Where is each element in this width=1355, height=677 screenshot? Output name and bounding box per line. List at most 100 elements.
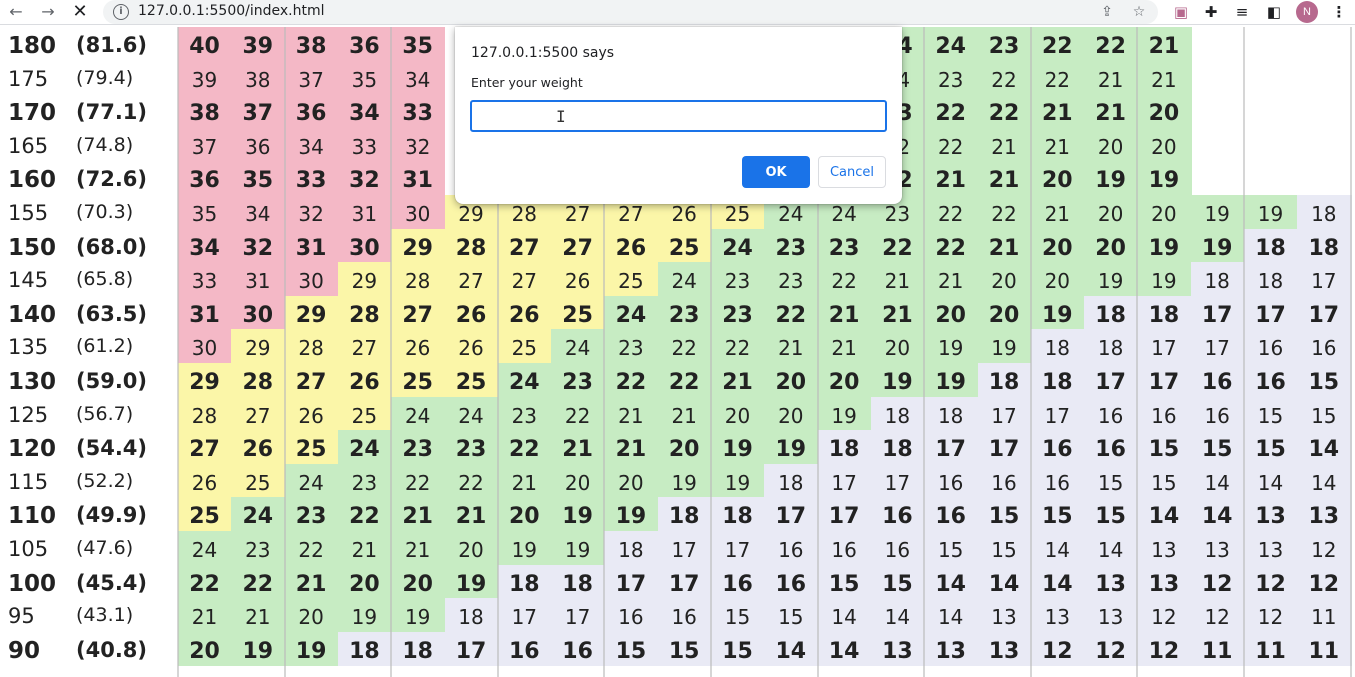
bmi-value: 25 <box>724 202 751 226</box>
bmi-value: 22 <box>775 302 807 328</box>
bmi-value: 16 <box>831 538 857 562</box>
url-text[interactable]: 127.0.0.1:5500/index.html <box>138 3 325 19</box>
bmi-value: 22 <box>404 470 431 495</box>
cancel-button[interactable]: Cancel <box>818 156 886 188</box>
bmi-value: 24 <box>722 235 753 261</box>
bmi-value: 17 <box>1255 302 1286 328</box>
bmi-value: 21 <box>562 437 593 463</box>
bmi-value: 21 <box>671 403 697 428</box>
bmi-value: 21 <box>295 571 327 597</box>
bmi-value: 19 <box>562 504 593 530</box>
bmi-value: 31 <box>189 302 220 328</box>
bmi-value: 13 <box>1148 571 1180 597</box>
close-icon[interactable]: ✕ <box>69 1 91 23</box>
bmi-value: 18 <box>1148 302 1180 328</box>
bmi-value: 14 <box>831 605 857 630</box>
bmi-value: 38 <box>189 101 220 127</box>
bmi-value: 26 <box>564 269 591 294</box>
bmi-value: 18 <box>828 437 860 463</box>
bmi-value: 12 <box>1255 571 1286 597</box>
bmi-value: 13 <box>1097 605 1124 630</box>
bmi-value: 12 <box>1257 605 1284 630</box>
star-icon[interactable]: ☆ <box>1129 2 1149 22</box>
share-icon[interactable]: ⇪ <box>1097 2 1117 22</box>
bmi-value: 24 <box>191 538 218 562</box>
bmi-value: 12 <box>1204 605 1230 630</box>
puzzle-icon[interactable]: ✚ <box>1200 1 1222 23</box>
bmi-value: 14 <box>828 638 860 664</box>
bmi-value: 21 <box>245 605 271 630</box>
address-bar[interactable]: i 127.0.0.1:5500/index.html ⇪ ☆ <box>103 0 1158 24</box>
bmi-value: 13 <box>935 638 966 664</box>
bmi-value: 17 <box>991 403 1017 428</box>
bmi-value: 35 <box>351 67 378 92</box>
bmi-value: 18 <box>988 370 1020 395</box>
bmi-value: 22 <box>668 370 700 395</box>
weight-kg-label: (65.8) <box>76 268 134 291</box>
column-divider <box>177 27 179 677</box>
bmi-value: 20 <box>988 302 1020 328</box>
bmi-value: 36 <box>295 101 327 127</box>
weight-kg-label: (74.8) <box>76 133 134 156</box>
bmi-value: 25 <box>455 370 487 395</box>
bmi-value: 24 <box>615 302 647 328</box>
bmi-value: 31 <box>351 202 378 226</box>
bmi-value: 21 <box>402 504 433 530</box>
weight-kg-label: (49.9) <box>76 503 148 528</box>
bmi-value: 30 <box>349 235 380 261</box>
bmi-value: 16 <box>1255 370 1286 395</box>
bmi-value: 29 <box>402 235 433 261</box>
bmi-value: 11 <box>1255 638 1286 664</box>
weight-lb-label: 165 <box>8 133 49 158</box>
bmi-value: 25 <box>668 235 700 261</box>
bmi-value: 14 <box>935 571 966 597</box>
bmi-value: 27 <box>402 302 433 328</box>
bmi-value: 13 <box>1257 538 1284 562</box>
media-playlist-icon[interactable]: ≡ <box>1231 1 1253 23</box>
bmi-value: 13 <box>991 605 1017 630</box>
bmi-value: 21 <box>404 538 431 562</box>
column-divider <box>923 27 926 677</box>
bmi-value: 17 <box>1204 336 1230 361</box>
info-icon[interactable]: i <box>113 4 129 20</box>
bmi-value: 19 <box>295 638 327 664</box>
weight-kg-label: (40.8) <box>76 637 148 662</box>
bmi-value: 17 <box>511 605 538 630</box>
bmi-value: 25 <box>562 302 593 328</box>
weight-kg-label: (54.4) <box>76 436 148 461</box>
bmi-value: 12 <box>1311 538 1337 562</box>
bmi-value: 16 <box>1204 403 1230 428</box>
bmi-value: 31 <box>245 269 271 294</box>
bmi-value: 18 <box>882 437 913 463</box>
bmi-value: 20 <box>618 470 644 495</box>
bmi-value: 19 <box>831 403 857 428</box>
bmi-value: 11 <box>1201 638 1233 664</box>
weight-input[interactable] <box>470 100 887 132</box>
bmi-value: 39 <box>191 67 218 92</box>
bmi-value: 15 <box>1257 403 1284 428</box>
bmi-value: 22 <box>991 202 1017 226</box>
bmi-value: 20 <box>828 370 860 395</box>
bmi-value: 19 <box>564 538 591 562</box>
bmi-value: 18 <box>508 571 540 597</box>
ok-button[interactable]: OK <box>742 156 810 188</box>
extension-media-icon[interactable]: ▣ <box>1170 1 1192 23</box>
back-arrow-icon[interactable]: ← <box>5 1 27 23</box>
bmi-value: 21 <box>988 168 1020 194</box>
bmi-value: 18 <box>778 470 804 495</box>
bmi-value: 20 <box>668 437 700 463</box>
bmi-value: 19 <box>1204 202 1230 226</box>
weight-kg-label: (63.5) <box>76 301 148 326</box>
bmi-value: 19 <box>1041 302 1073 328</box>
avatar[interactable]: N <box>1296 1 1318 23</box>
bmi-value: 20 <box>298 605 324 630</box>
forward-arrow-icon[interactable]: → <box>37 1 59 23</box>
bmi-value: 20 <box>564 470 591 495</box>
bmi-value: 36 <box>349 34 380 59</box>
bmi-value: 22 <box>508 437 540 463</box>
bmi-value: 21 <box>722 370 753 395</box>
more-vert-icon[interactable]: ⋮ <box>1328 1 1350 23</box>
bmi-value: 26 <box>191 470 218 495</box>
bmi-value: 27 <box>295 370 327 395</box>
side-panel-icon[interactable]: ◧ <box>1263 1 1285 23</box>
